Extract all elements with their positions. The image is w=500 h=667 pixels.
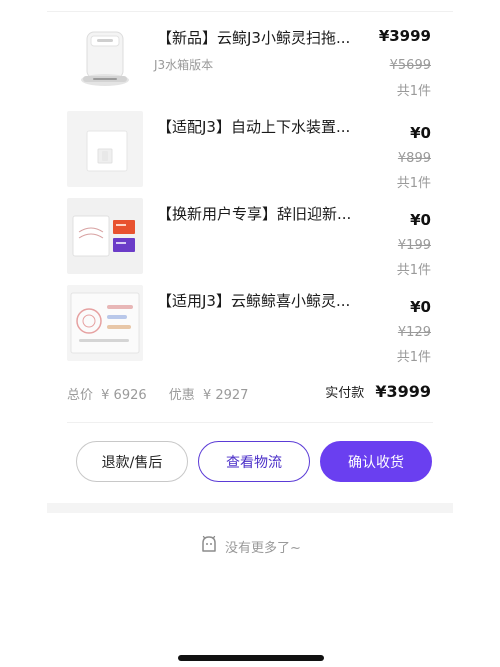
item-title: 【适用J3】云鲸鲸喜小鲸灵...: [157, 292, 351, 310]
total-price-label: 总价: [67, 388, 94, 403]
no-more-indicator: 没有更多了~: [0, 534, 500, 558]
total-price-value: ¥ 6926: [101, 388, 147, 403]
order-item[interactable]: 【新品】云鲸J3小鲸灵扫拖... J3水箱版本 ¥3999 ¥5699 共1件: [67, 22, 433, 102]
divider: [67, 422, 433, 423]
item-price: ¥0: [410, 211, 431, 229]
item-quantity: 共1件: [396, 263, 431, 278]
paid-value: ¥3999: [375, 382, 431, 401]
summary-left: 总价 ¥ 6926 优惠 ¥ 2927: [67, 384, 252, 403]
voucher-pack-icon: [67, 198, 143, 274]
item-variant: J3水箱版本: [154, 58, 214, 72]
item-title: 【换新用户专享】辞旧迎新...: [157, 205, 352, 223]
no-more-text: 没有更多了~: [225, 540, 301, 556]
item-quantity: 共1件: [396, 176, 431, 191]
sticker-sheet-icon: [67, 285, 143, 361]
confirm-receipt-button[interactable]: 确认收货: [320, 441, 432, 482]
item-title: 【适配J3】自动上下水装置...: [157, 118, 351, 136]
order-item[interactable]: 【换新用户专享】辞旧迎新... ¥0 ¥199 共1件: [67, 198, 433, 278]
water-module-icon: [67, 111, 143, 187]
paid-label: 实付款: [325, 386, 365, 401]
robot-vacuum-base-icon: [67, 22, 143, 98]
item-price: ¥0: [410, 124, 431, 142]
ghost-face-icon: [199, 534, 219, 558]
discount-label: 优惠: [168, 388, 195, 403]
discount-value: ¥ 2927: [202, 388, 249, 403]
top-divider: [47, 11, 453, 12]
section-separator: [47, 503, 453, 513]
item-price: ¥0: [410, 298, 431, 316]
summary-paid: 实付款 ¥3999: [325, 382, 431, 401]
item-original-price: ¥129: [397, 325, 431, 340]
order-card: 【新品】云鲸J3小鲸灵扫拖... J3水箱版本 ¥3999 ¥5699 共1件 …: [47, 0, 453, 513]
order-item[interactable]: 【适用J3】云鲸鲸喜小鲸灵... ¥0 ¥129 共1件: [67, 285, 433, 365]
order-summary: 总价 ¥ 6926 优惠 ¥ 2927 实付款 ¥3999: [67, 381, 433, 405]
view-logistics-button[interactable]: 查看物流: [198, 441, 310, 482]
item-price: ¥3999: [378, 27, 431, 45]
item-title: 【新品】云鲸J3小鲸灵扫拖...: [157, 29, 351, 47]
item-quantity: 共1件: [396, 84, 431, 99]
refund-aftersale-button[interactable]: 退款/售后: [76, 441, 188, 482]
home-indicator[interactable]: [178, 655, 324, 661]
item-original-price: ¥5699: [389, 58, 431, 73]
item-original-price: ¥899: [397, 151, 431, 166]
order-item[interactable]: 【适配J3】自动上下水装置... ¥0 ¥899 共1件: [67, 111, 433, 191]
item-quantity: 共1件: [396, 350, 431, 365]
item-original-price: ¥199: [397, 238, 431, 253]
